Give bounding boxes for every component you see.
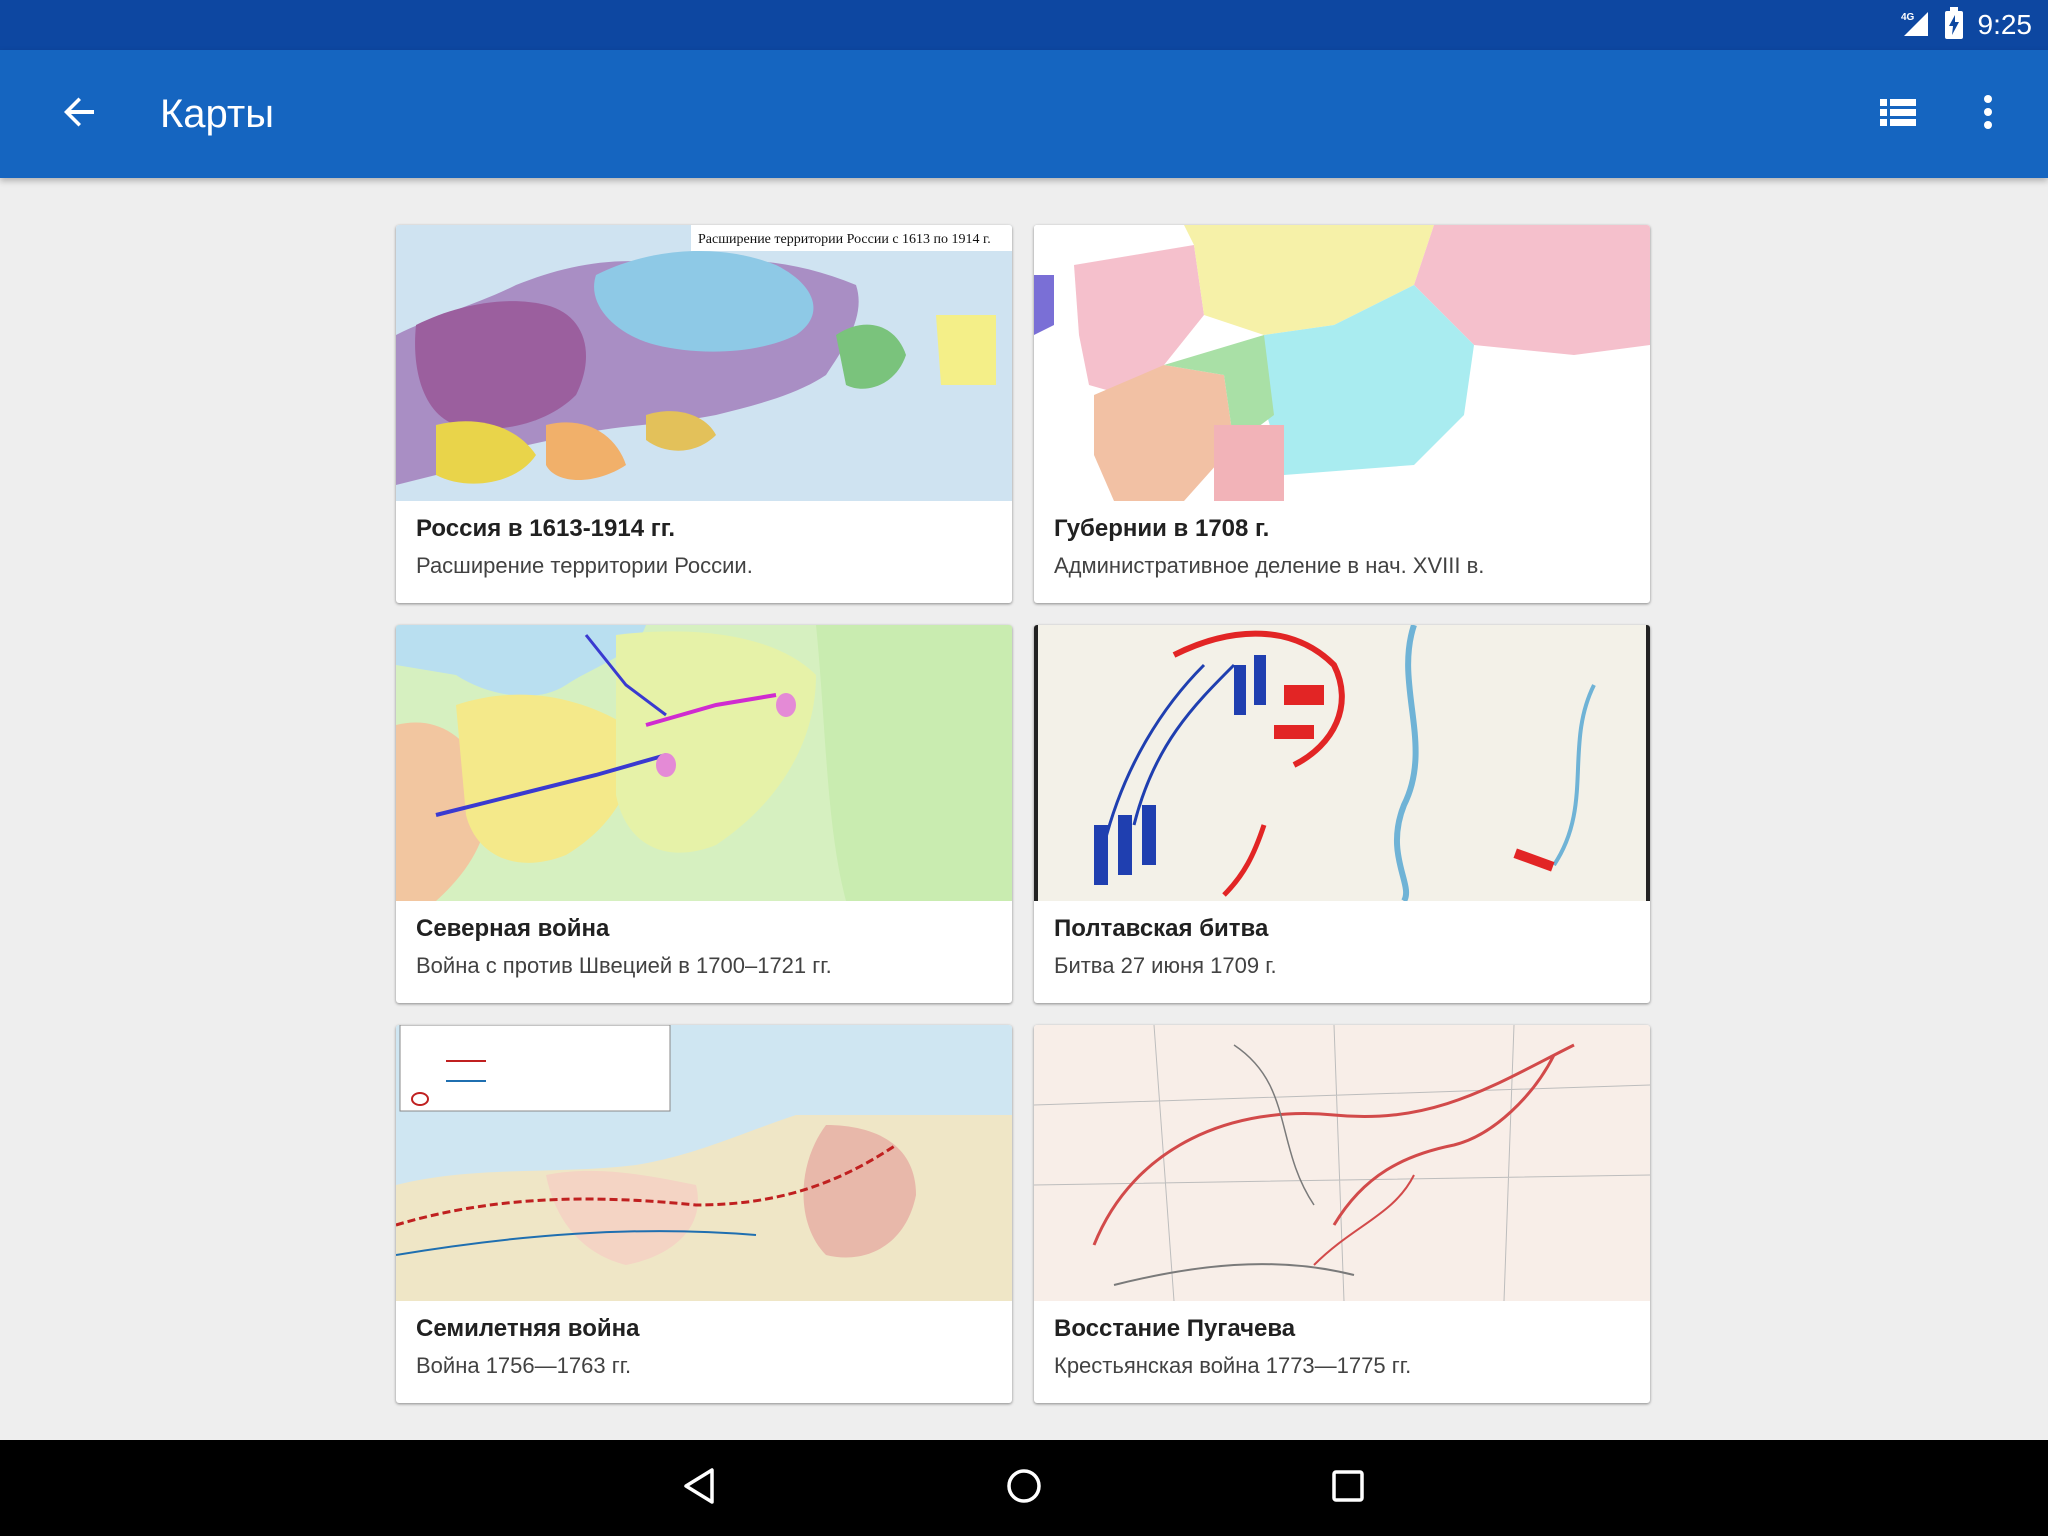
map-grid: Расширение территории России с 1613 по 1… [396, 225, 1652, 1405]
card-subtitle: Административное деление в нач. XVIII в. [1054, 553, 1485, 578]
system-nav-bar [0, 1440, 2048, 1536]
map-thumbnail: Расширение территории России с 1613 по 1… [396, 225, 1012, 501]
app-bar: Карты [0, 50, 2048, 178]
status-bar: 4G 9:25 [0, 0, 2048, 50]
map-card-poltava-battle[interactable]: Полтавская битва Битва 27 июня 1709 г. [1034, 625, 1650, 1003]
map-caption: Расширение территории России с 1613 по 1… [698, 232, 991, 247]
back-button[interactable] [44, 84, 116, 144]
nav-back-button[interactable] [660, 1458, 740, 1518]
card-subtitle: Битва 27 июня 1709 г. [1054, 953, 1277, 978]
map-card-russia-1613-1914[interactable]: Расширение территории России с 1613 по 1… [396, 225, 1012, 603]
square-recents-icon [1328, 1466, 1368, 1511]
card-title: Полтавская битва [1054, 915, 1269, 942]
network-label: 4G [1901, 12, 1915, 23]
map-thumbnail [1034, 225, 1650, 501]
card-subtitle: Крестьянская война 1773—1775 гг. [1054, 1353, 1412, 1378]
triangle-back-icon [680, 1466, 720, 1511]
view-list-icon [1880, 97, 1916, 132]
signal-icon: 4G [1900, 8, 1930, 43]
map-card-pugachev-uprising[interactable]: Восстание Пугачева Крестьянская война 17… [1034, 1025, 1650, 1403]
map-card-seven-years-war[interactable]: Семилетняя война Война 1756—1763 гг. [396, 1025, 1012, 1403]
map-thumbnail [1034, 1025, 1650, 1301]
card-title: Губернии в 1708 г. [1054, 515, 1270, 542]
status-time: 9:25 [1977, 9, 2033, 40]
card-title: Северная война [416, 915, 610, 942]
card-title: Россия в 1613-1914 гг. [416, 515, 675, 542]
battery-icon [1944, 6, 1964, 44]
circle-home-icon [1004, 1466, 1044, 1511]
map-card-northern-war[interactable]: Северная война Война с против Швецией в … [396, 625, 1012, 1003]
map-thumbnail [396, 625, 1012, 901]
nav-home-button[interactable] [984, 1458, 1064, 1518]
map-card-gubernii-1708[interactable]: Губернии в 1708 г. Административное деле… [1034, 225, 1650, 603]
card-title: Семилетняя война [416, 1315, 640, 1342]
status-icons: 4G 9:25 [1900, 0, 2033, 50]
map-thumbnail [1034, 625, 1650, 901]
card-subtitle: Война с против Швецией в 1700–1721 гг. [416, 953, 832, 978]
map-thumbnail [396, 1025, 1012, 1301]
card-subtitle: Расширение территории России. [416, 553, 753, 578]
nav-recents-button[interactable] [1308, 1458, 1388, 1518]
page-title: Карты [160, 92, 274, 136]
view-toggle-button[interactable] [1862, 84, 1934, 144]
card-subtitle: Война 1756—1763 гг. [416, 1353, 632, 1378]
more-options-button[interactable] [1956, 84, 2020, 144]
more-vertical-icon [1982, 94, 1994, 135]
arrow-left-icon [60, 92, 100, 137]
card-title: Восстание Пугачева [1054, 1315, 1296, 1342]
